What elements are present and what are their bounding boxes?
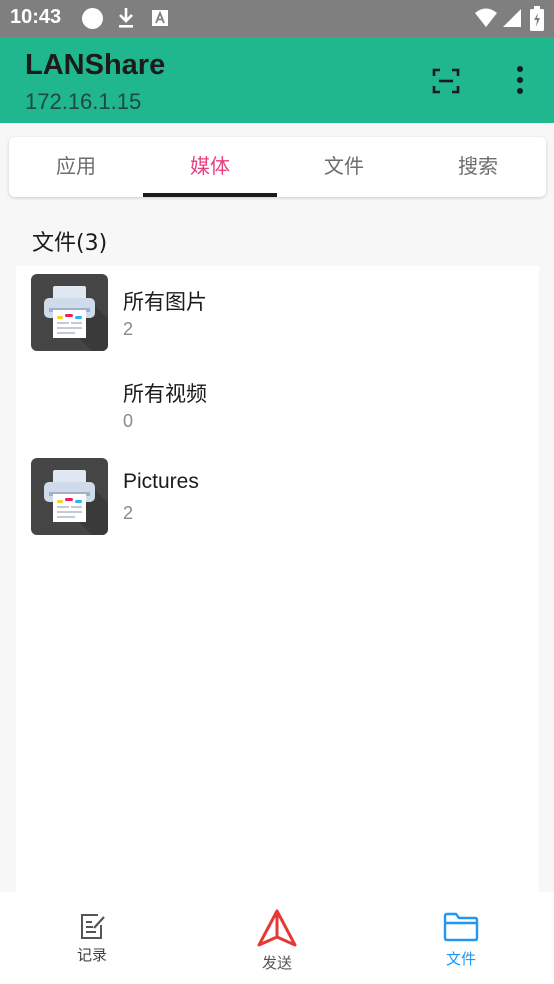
download-icon — [119, 8, 133, 28]
nav-files-label: 文件 — [445, 950, 476, 968]
app-bar: LANShare 172.16.1.15 — [0, 37, 554, 123]
item-count: 2 — [123, 319, 134, 339]
section-title: 文件(3) — [32, 231, 108, 256]
a-icon — [152, 10, 168, 26]
status-bar: 10:43 — [0, 0, 554, 37]
nav-send[interactable]: 发送 — [235, 892, 319, 984]
printer-thumbnail-icon — [31, 458, 108, 535]
more-vert-icon[interactable] — [508, 65, 532, 95]
send-icon — [257, 909, 297, 947]
folder-icon — [443, 912, 479, 942]
tab-media[interactable]: 媒体 — [143, 137, 277, 197]
nav-records-label: 记录 — [76, 946, 107, 964]
nav-files[interactable]: 文件 — [419, 892, 503, 984]
battery-icon — [530, 6, 544, 31]
list-item[interactable]: 所有图片 2 — [16, 266, 539, 354]
bottom-navigation: 记录 发送 文件 — [0, 892, 554, 984]
media-list: 所有图片 2 所有视频 0 Pictures 2 — [16, 266, 539, 892]
item-count: 0 — [123, 411, 134, 431]
scan-icon[interactable] — [432, 68, 460, 94]
tab-apps[interactable]: 应用 — [9, 137, 143, 197]
nav-records[interactable]: 记录 — [50, 892, 134, 984]
nav-send-label: 发送 — [261, 954, 292, 972]
printer-thumbnail-icon — [31, 274, 108, 351]
signal-icon — [503, 9, 521, 27]
item-name: Pictures — [123, 470, 199, 493]
app-subtitle: 172.16.1.15 — [25, 89, 142, 114]
item-count: 2 — [123, 503, 134, 523]
status-time: 10:43 — [10, 6, 62, 28]
wifi-icon — [475, 8, 497, 27]
records-icon — [81, 914, 105, 939]
item-name: 所有视频 — [123, 382, 207, 406]
circle-icon — [82, 8, 103, 29]
list-item[interactable]: Pictures 2 — [16, 450, 539, 538]
tab-bar: 应用 媒体 文件 搜索 — [9, 137, 546, 197]
tab-search[interactable]: 搜索 — [411, 137, 545, 197]
item-name: 所有图片 — [123, 290, 207, 314]
tab-files[interactable]: 文件 — [277, 137, 411, 197]
app-title: LANShare — [25, 49, 166, 81]
list-item[interactable]: 所有视频 0 — [16, 358, 539, 446]
